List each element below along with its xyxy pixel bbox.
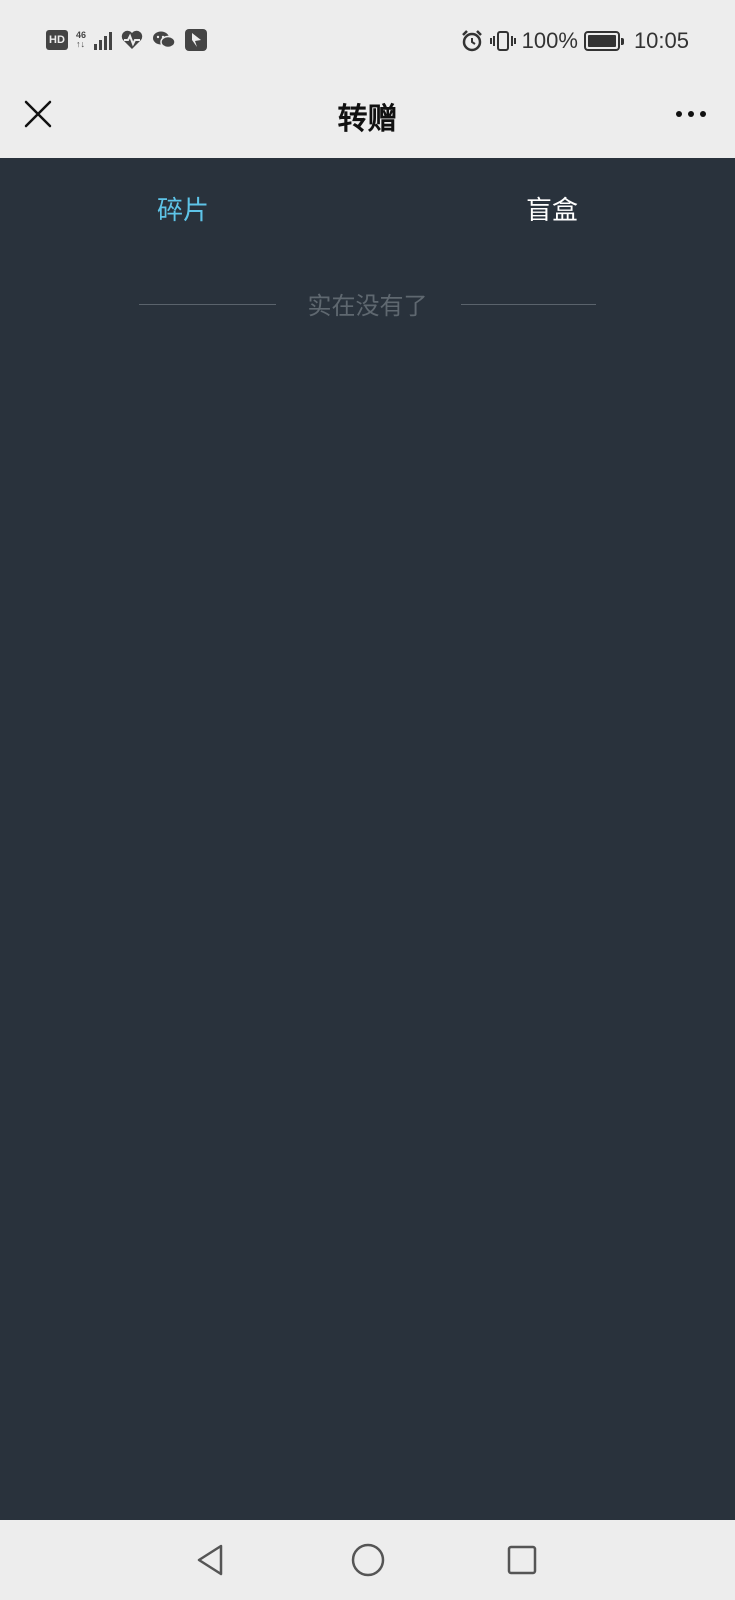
- health-icon: [121, 30, 143, 49]
- tab-fragment[interactable]: 碎片: [83, 190, 283, 227]
- clock: 10:05: [633, 28, 689, 53]
- battery-icon: [583, 31, 624, 51]
- status-left: HD 46 ↑↓: [46, 28, 208, 52]
- tab-blind-box[interactable]: 盲盒: [452, 190, 652, 227]
- recent-apps-icon: [507, 1545, 537, 1575]
- app-icon: [185, 29, 208, 51]
- more-icon-dot: [688, 111, 694, 117]
- main-content: 碎片 盲盒 实在没有了: [0, 158, 735, 1520]
- alarm-icon: [461, 30, 482, 52]
- tab-bar: 碎片 盲盒: [0, 158, 735, 258]
- vibrate-icon: [489, 31, 516, 51]
- back-icon: [197, 1544, 223, 1576]
- hd-icon: HD: [46, 30, 68, 50]
- home-icon: [351, 1543, 385, 1577]
- more-icon-dot: [700, 111, 706, 117]
- empty-state-text: 实在没有了: [307, 292, 428, 320]
- system-nav-bar: [0, 1520, 735, 1600]
- page-title: 转赠: [337, 102, 398, 137]
- signal-icon: [94, 30, 113, 50]
- network-type: 46 ↑↓: [76, 31, 86, 49]
- home-button[interactable]: [346, 1538, 390, 1582]
- more-button[interactable]: [669, 94, 713, 134]
- battery-percent: 100%: [521, 28, 578, 53]
- status-right: 100% 10:05: [460, 28, 689, 54]
- wechat-icon: [153, 31, 176, 49]
- status-bar: HD 46 ↑↓ 100% 10:05: [0, 0, 735, 80]
- title-bar: 转赠: [0, 80, 735, 158]
- more-icon-dot: [676, 111, 682, 117]
- back-button[interactable]: [188, 1538, 232, 1582]
- network-sub-label: ↑↓: [76, 39, 85, 49]
- divider-right: [461, 304, 596, 305]
- recent-apps-button[interactable]: [500, 1538, 544, 1582]
